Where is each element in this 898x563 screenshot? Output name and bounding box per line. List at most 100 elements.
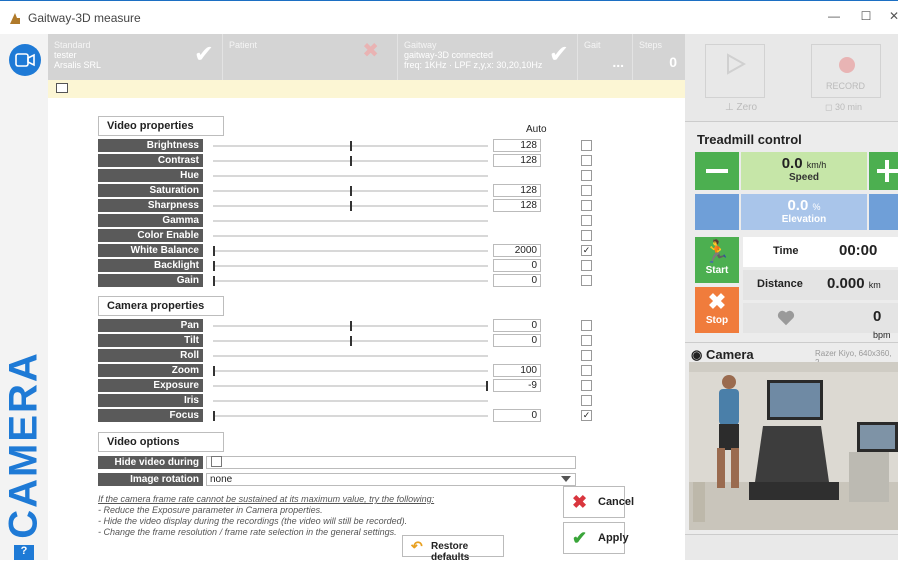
zero-button[interactable]: ⊥ Zero xyxy=(725,102,757,113)
treadmill-start-button[interactable]: 🏃 Start xyxy=(695,237,739,283)
property-label: Roll xyxy=(98,349,203,362)
restore-defaults-button[interactable]: ↶ Restore defaults xyxy=(402,535,504,563)
property-slider[interactable] xyxy=(213,381,488,391)
speed-decrease-button[interactable] xyxy=(695,152,739,190)
property-slider[interactable] xyxy=(213,276,488,286)
auto-checkbox[interactable] xyxy=(581,395,592,406)
slider-thumb[interactable] xyxy=(349,336,352,346)
minimize-button[interactable]: — xyxy=(824,9,844,27)
property-value-field[interactable]: 100 xyxy=(493,364,541,377)
property-slider[interactable] xyxy=(213,336,488,346)
property-value-field[interactable]: 128 xyxy=(493,139,541,152)
auto-checkbox[interactable] xyxy=(581,335,592,346)
property-slider[interactable] xyxy=(213,156,488,166)
auto-checkbox[interactable] xyxy=(581,230,592,241)
status-cell-standard[interactable]: Standard tester Arsalis SRL ✔ xyxy=(48,34,223,80)
property-value-field[interactable]: 0 xyxy=(493,334,541,347)
auto-checkbox[interactable]: ✓ xyxy=(581,245,592,256)
property-slider[interactable] xyxy=(213,411,488,421)
camera-mode-button[interactable] xyxy=(9,44,41,76)
slider-thumb[interactable] xyxy=(349,201,352,211)
auto-checkbox[interactable] xyxy=(581,170,592,181)
check-icon: ✔ xyxy=(193,41,214,68)
property-slider[interactable] xyxy=(213,355,488,357)
message-icon[interactable] xyxy=(56,83,68,93)
apply-button[interactable]: ✔ Apply xyxy=(563,522,629,554)
property-slider[interactable] xyxy=(213,235,488,237)
video-camera-icon xyxy=(15,53,35,67)
treadmill-title: Treadmill control xyxy=(697,132,802,147)
help-button[interactable]: ? xyxy=(14,545,34,560)
slider-thumb[interactable] xyxy=(349,156,352,166)
property-value-field[interactable]: 0 xyxy=(493,259,541,272)
property-slider[interactable] xyxy=(213,246,488,256)
property-slider[interactable] xyxy=(213,186,488,196)
property-slider[interactable] xyxy=(213,175,488,177)
property-label: Iris xyxy=(98,394,203,407)
record-duration[interactable]: ◻ 30 min xyxy=(825,102,862,113)
slider-thumb[interactable] xyxy=(486,381,488,391)
auto-checkbox[interactable] xyxy=(581,275,592,286)
slider-thumb[interactable] xyxy=(213,366,215,376)
property-slider[interactable] xyxy=(213,141,488,151)
auto-checkbox[interactable] xyxy=(581,320,592,331)
auto-checkbox[interactable]: ✓ xyxy=(581,410,592,421)
play-button[interactable] xyxy=(705,44,765,98)
auto-checkbox[interactable] xyxy=(581,380,592,391)
status-cell-patient[interactable]: Patient ✖ xyxy=(223,34,398,80)
property-slider[interactable] xyxy=(213,220,488,222)
property-value-field[interactable]: 128 xyxy=(493,154,541,167)
property-value-field[interactable]: 2000 xyxy=(493,244,541,257)
property-label: Focus xyxy=(98,409,203,422)
video-properties-header: Video properties xyxy=(98,116,224,136)
auto-checkbox[interactable] xyxy=(581,350,592,361)
slider-thumb[interactable] xyxy=(213,246,215,256)
status-cell-gait[interactable]: Gait ... xyxy=(578,34,633,80)
slider-thumb[interactable] xyxy=(213,276,215,286)
status-cell-steps[interactable]: Steps 0 xyxy=(633,34,685,80)
image-rotation-select[interactable]: none xyxy=(206,473,576,486)
camera-panel-title[interactable]: ◉ Camera xyxy=(691,347,754,363)
property-slider[interactable] xyxy=(213,366,488,376)
cancel-button[interactable]: ✖ Cancel xyxy=(563,486,634,518)
maximize-button[interactable]: ☐ xyxy=(856,9,876,27)
property-slider[interactable] xyxy=(213,201,488,211)
property-label: Tilt xyxy=(98,334,203,347)
error-x-icon: ✖ xyxy=(362,40,379,62)
property-value-field[interactable]: 0 xyxy=(493,319,541,332)
close-button[interactable]: ✕ xyxy=(884,9,898,27)
auto-checkbox[interactable] xyxy=(581,200,592,211)
property-slider[interactable] xyxy=(213,261,488,271)
elevation-decrease-button[interactable] xyxy=(695,194,739,230)
video-property-row-brightness: Brightness 128 xyxy=(98,139,592,153)
hide-video-checkbox[interactable] xyxy=(211,456,222,467)
video-property-row-sharpness: Sharpness 128 xyxy=(98,199,592,213)
elevation-increase-button[interactable] xyxy=(869,194,898,230)
record-button[interactable]: RECORD xyxy=(811,44,881,98)
auto-checkbox[interactable] xyxy=(581,260,592,271)
property-slider[interactable] xyxy=(213,321,488,331)
property-value-field[interactable]: -9 xyxy=(493,379,541,392)
auto-checkbox[interactable] xyxy=(581,155,592,166)
status-cell-gaitway[interactable]: Gaitway gaitway-3D connected freq: 1KHz … xyxy=(398,34,578,80)
treadmill-stop-button[interactable]: ✖ Stop xyxy=(695,287,739,333)
property-label: Backlight Compensation xyxy=(98,259,203,284)
auto-checkbox[interactable] xyxy=(581,365,592,376)
property-value-field[interactable]: 128 xyxy=(493,184,541,197)
speed-increase-button[interactable] xyxy=(869,152,898,190)
play-icon xyxy=(727,53,746,75)
auto-checkbox[interactable] xyxy=(581,185,592,196)
camera-preview-image xyxy=(689,362,898,530)
auto-checkbox[interactable] xyxy=(581,215,592,226)
camera-property-row-iris: Iris xyxy=(98,394,592,408)
slider-thumb[interactable] xyxy=(213,411,215,421)
slider-thumb[interactable] xyxy=(213,261,215,271)
property-value-field[interactable]: 0 xyxy=(493,274,541,287)
slider-thumb[interactable] xyxy=(349,321,352,331)
slider-thumb[interactable] xyxy=(349,186,352,196)
property-value-field[interactable]: 128 xyxy=(493,199,541,212)
slider-thumb[interactable] xyxy=(349,141,352,151)
property-value-field[interactable]: 0 xyxy=(493,409,541,422)
property-slider[interactable] xyxy=(213,400,488,402)
auto-checkbox[interactable] xyxy=(581,140,592,151)
